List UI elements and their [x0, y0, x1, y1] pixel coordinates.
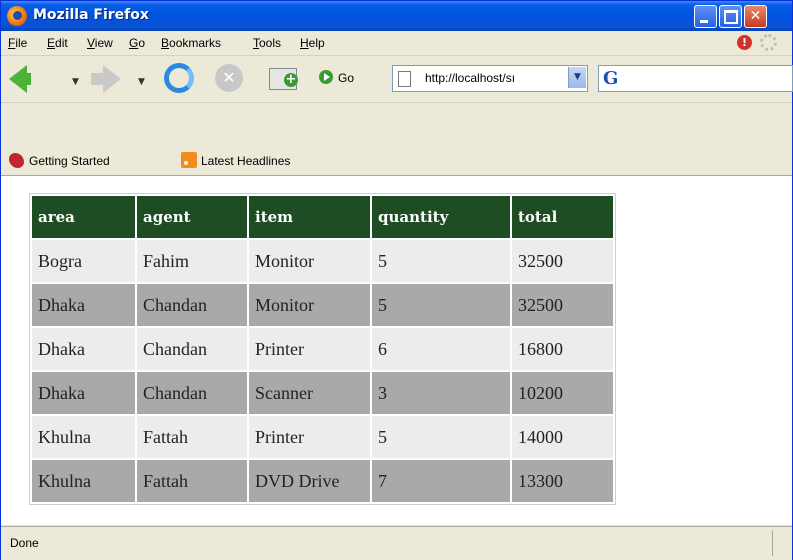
forward-arrow-icon[interactable] — [91, 65, 121, 93]
table-row: Bogra Fahim Monitor 5 32500 — [32, 240, 613, 282]
cell-quantity: 5 — [372, 240, 510, 282]
bookmarks-toolbar: Getting Started Latest Headlines — [1, 147, 792, 176]
cell-area: Khulna — [32, 416, 135, 458]
cell-total: 13300 — [512, 460, 613, 502]
status-text: Done — [10, 536, 39, 550]
cell-quantity: 5 — [372, 416, 510, 458]
address-dropdown-icon[interactable]: ▼ — [568, 67, 586, 88]
cell-agent: Fahim — [137, 240, 247, 282]
go-icon[interactable] — [319, 70, 333, 84]
cell-quantity: 5 — [372, 284, 510, 326]
back-arrow-icon[interactable] — [9, 65, 31, 93]
cell-item: Monitor — [249, 284, 370, 326]
alert-icon[interactable]: ! — [737, 35, 752, 50]
cell-agent: Fattah — [137, 460, 247, 502]
cell-agent: Chandan — [137, 372, 247, 414]
forward-history-dropdown-icon[interactable]: ▼ — [138, 77, 145, 87]
bookmark-latest-headlines[interactable]: Latest Headlines — [201, 154, 290, 168]
column-header-quantity: quantity — [372, 196, 510, 238]
rss-feed-icon — [181, 152, 197, 168]
table-row: Dhaka Chandan Monitor 5 32500 — [32, 284, 613, 326]
menu-edit[interactable]: Edit — [47, 36, 68, 50]
new-tab-icon[interactable] — [269, 68, 298, 90]
maximize-button[interactable] — [719, 5, 742, 28]
cell-total: 32500 — [512, 240, 613, 282]
browser-window: Mozilla Firefox File Edit View Go Bookma… — [0, 0, 793, 560]
throbber-icon — [760, 34, 777, 51]
cell-item: DVD Drive — [249, 460, 370, 502]
go-button-label[interactable]: Go — [338, 71, 354, 85]
reload-icon[interactable] — [164, 63, 194, 93]
search-box[interactable]: G — [598, 65, 793, 92]
cell-total: 10200 — [512, 372, 613, 414]
stop-icon[interactable]: ✕ — [215, 64, 243, 92]
bookmark-getting-started[interactable]: Getting Started — [29, 154, 110, 168]
cell-item: Scanner — [249, 372, 370, 414]
menu-file[interactable]: File — [8, 36, 27, 50]
cell-item: Monitor — [249, 240, 370, 282]
cell-quantity: 7 — [372, 460, 510, 502]
cell-agent: Fattah — [137, 416, 247, 458]
page-icon — [398, 71, 411, 87]
resize-grip[interactable] — [772, 530, 791, 556]
menu-bookmarks[interactable]: Bookmarks — [161, 36, 221, 50]
cell-area: Bogra — [32, 240, 135, 282]
address-bar[interactable]: http://localhost/sı ▼ — [392, 65, 588, 92]
cell-area: Dhaka — [32, 284, 135, 326]
menu-bar: File Edit View Go Bookmarks Tools Help ! — [1, 31, 792, 56]
cell-agent: Chandan — [137, 284, 247, 326]
cell-area: Dhaka — [32, 328, 135, 370]
table-row: Khulna Fattah Printer 5 14000 — [32, 416, 613, 458]
cell-quantity: 3 — [372, 372, 510, 414]
menu-tools[interactable]: Tools — [253, 36, 281, 50]
cell-area: Khulna — [32, 460, 135, 502]
navigation-toolbar: ▼ ▼ ✕ Go http://localhost/sı ▼ G — [1, 56, 793, 103]
title-bar[interactable]: Mozilla Firefox — [1, 1, 792, 31]
menu-view[interactable]: View — [87, 36, 113, 50]
firefox-logo-icon — [7, 6, 27, 26]
cell-total: 32500 — [512, 284, 613, 326]
getting-started-icon — [9, 153, 24, 168]
address-input[interactable]: http://localhost/sı — [425, 71, 561, 85]
minimize-button[interactable] — [694, 5, 717, 28]
window-title: Mozilla Firefox — [33, 7, 149, 23]
menu-go[interactable]: Go — [129, 36, 145, 50]
column-header-item: item — [249, 196, 370, 238]
column-header-area: area — [32, 196, 135, 238]
cell-item: Printer — [249, 416, 370, 458]
back-history-dropdown-icon[interactable]: ▼ — [72, 77, 79, 87]
table-row: Dhaka Chandan Printer 6 16800 — [32, 328, 613, 370]
sales-table: area agent item quantity total Bogra Fah… — [29, 193, 616, 505]
google-search-icon[interactable]: G — [603, 68, 618, 89]
close-button[interactable] — [744, 5, 767, 28]
cell-item: Printer — [249, 328, 370, 370]
status-bar: Done — [1, 526, 792, 560]
table-row: Dhaka Chandan Scanner 3 10200 — [32, 372, 613, 414]
cell-total: 16800 — [512, 328, 613, 370]
cell-agent: Chandan — [137, 328, 247, 370]
menu-help[interactable]: Help — [300, 36, 325, 50]
table-header-row: area agent item quantity total — [32, 196, 613, 238]
cell-area: Dhaka — [32, 372, 135, 414]
column-header-total: total — [512, 196, 613, 238]
page-content: area agent item quantity total Bogra Fah… — [1, 176, 792, 525]
column-header-agent: agent — [137, 196, 247, 238]
cell-total: 14000 — [512, 416, 613, 458]
cell-quantity: 6 — [372, 328, 510, 370]
table-row: Khulna Fattah DVD Drive 7 13300 — [32, 460, 613, 502]
